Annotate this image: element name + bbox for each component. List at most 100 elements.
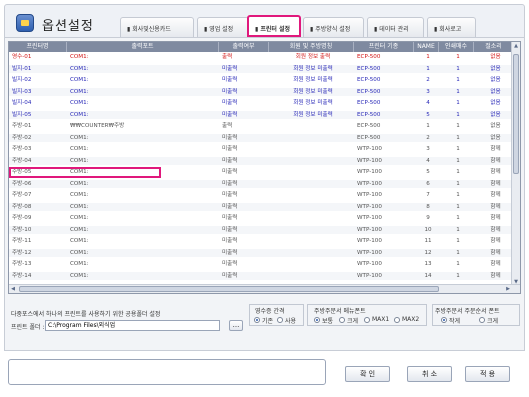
column-header-cut-sound[interactable]: 절소리 [474, 42, 514, 52]
column-header-output-flag[interactable]: 출력여부 [219, 42, 269, 52]
cell-printer-name[interactable]: 빌지-05 [9, 111, 67, 119]
cell-output-port[interactable]: COM1: [67, 99, 219, 107]
table-row[interactable]: 주방-09 COM1: 미출력 WTP-100 9 1 함께 [9, 214, 514, 222]
cell-output-flag[interactable]: 미출력 [219, 99, 269, 107]
cell-output-flag[interactable]: 미출력 [219, 157, 269, 165]
cell-output-flag[interactable]: 미출력 [219, 168, 269, 176]
table-row[interactable]: 주방-01 ₩₩COUNTER₩주방 출력 ECP-500 1 1 없음 [9, 122, 514, 130]
cell-member-kitchen-name[interactable] [269, 168, 354, 176]
cell-printer-model[interactable]: ECP-500 [354, 134, 414, 142]
cell-output-flag[interactable]: 미출력 [219, 180, 269, 188]
cell-name-no[interactable]: 12 [414, 249, 439, 257]
cell-output-flag[interactable]: 미출력 [219, 272, 269, 280]
cell-output-flag[interactable]: 미출력 [219, 237, 269, 245]
cell-printer-model[interactable]: ECP-500 [354, 65, 414, 73]
cell-print-copies[interactable]: 1 [439, 157, 474, 165]
horizontal-scrollbar[interactable]: ◀ ▶ [9, 284, 520, 293]
cell-name-no[interactable]: 13 [414, 260, 439, 268]
cell-name-no[interactable]: 1 [414, 65, 439, 73]
cell-output-flag[interactable]: 출력 [219, 122, 269, 130]
cell-cut-sound[interactable]: 없음 [474, 122, 514, 130]
cell-printer-name[interactable]: 주방-02 [9, 134, 67, 142]
cell-print-copies[interactable]: 1 [439, 237, 474, 245]
cell-print-copies[interactable]: 1 [439, 111, 474, 119]
cell-printer-model[interactable]: ECP-500 [354, 122, 414, 130]
cell-name-no[interactable]: 3 [414, 145, 439, 153]
apply-button[interactable]: 적 용 [465, 366, 510, 382]
cell-output-port[interactable]: COM1: [67, 214, 219, 222]
cell-cut-sound[interactable]: 함께 [474, 237, 514, 245]
cell-member-kitchen-name[interactable]: 회원 정보 미출력 [269, 76, 354, 84]
cell-printer-name[interactable]: 주방-01 [9, 122, 67, 130]
cell-output-port[interactable]: COM1: [67, 111, 219, 119]
cell-member-kitchen-name[interactable]: 회원 정보 미출력 [269, 88, 354, 96]
table-row[interactable]: 주방-02 COM1: 미출력 ECP-500 2 1 없음 [9, 133, 514, 142]
cell-printer-model[interactable]: ECP-500 [354, 99, 414, 107]
table-row[interactable]: 주방-13 COM1: 미출력 WTP-100 13 1 함께 [9, 260, 514, 268]
cell-printer-model[interactable]: ECP-500 [354, 76, 414, 84]
cell-name-no[interactable]: 14 [414, 272, 439, 280]
cell-print-copies[interactable]: 1 [439, 180, 474, 188]
cell-printer-name[interactable]: 영수-01 [9, 53, 67, 61]
cell-cut-sound[interactable]: 함께 [474, 214, 514, 222]
tab-company-logo[interactable]: ▮ 회사로고 [427, 17, 476, 37]
cell-print-copies[interactable]: 1 [439, 134, 474, 142]
cell-printer-model[interactable]: ECP-500 [354, 88, 414, 96]
cell-output-flag[interactable]: 미출력 [219, 145, 269, 153]
cell-output-port[interactable]: COM1: [67, 203, 219, 211]
cell-print-copies[interactable]: 1 [439, 145, 474, 153]
cell-printer-name[interactable]: 주방-10 [9, 226, 67, 234]
table-row[interactable]: 주방-14 COM1: 미출력 WTP-100 14 1 함께 [9, 271, 514, 280]
cell-name-no[interactable]: 1 [414, 53, 439, 61]
table-row[interactable]: 주방-03 COM1: 미출력 WTP-100 3 1 함께 [9, 145, 514, 153]
cell-output-port[interactable]: COM1: [67, 180, 219, 188]
cell-printer-name[interactable]: 빌지-01 [9, 65, 67, 73]
cell-printer-model[interactable]: WTP-100 [354, 226, 414, 234]
cell-printer-model[interactable]: ECP-500 [354, 111, 414, 119]
scroll-left-icon[interactable]: ◀ [9, 285, 17, 293]
cell-output-port[interactable]: COM1: [67, 134, 219, 142]
cell-cut-sound[interactable]: 함께 [474, 168, 514, 176]
cell-output-port[interactable]: ₩₩COUNTER₩주방 [67, 122, 219, 130]
cell-printer-name[interactable]: 주방-03 [9, 145, 67, 153]
cell-cut-sound[interactable]: 함께 [474, 226, 514, 234]
menu-font-large-radio[interactable] [339, 317, 345, 323]
cell-output-port[interactable]: COM1: [67, 53, 219, 61]
cell-print-copies[interactable]: 1 [439, 53, 474, 61]
cell-cut-sound[interactable]: 함께 [474, 145, 514, 153]
cell-printer-name[interactable]: 주방-07 [9, 191, 67, 199]
cell-name-no[interactable]: 2 [414, 134, 439, 142]
cell-output-port[interactable]: COM1: [67, 260, 219, 268]
cell-member-kitchen-name[interactable] [269, 249, 354, 257]
cell-printer-model[interactable]: WTP-100 [354, 191, 414, 199]
cell-name-no[interactable]: 9 [414, 214, 439, 222]
cell-member-kitchen-name[interactable] [269, 145, 354, 153]
order-font-large-radio[interactable] [479, 317, 485, 323]
cell-cut-sound[interactable]: 없음 [474, 53, 514, 61]
cell-printer-name[interactable]: 빌지-04 [9, 99, 67, 107]
cell-printer-model[interactable]: WTP-100 [354, 203, 414, 211]
cell-member-kitchen-name[interactable] [269, 191, 354, 199]
cell-print-copies[interactable]: 1 [439, 214, 474, 222]
table-row[interactable]: 영수-01 COM1: 출력 회원 정보 출력 ECP-500 1 1 없음 [9, 53, 514, 61]
cell-member-kitchen-name[interactable]: 회원 정보 출력 [269, 53, 354, 61]
table-row[interactable]: 주방-11 COM1: 미출력 WTP-100 11 1 함께 [9, 237, 514, 245]
cell-cut-sound[interactable]: 없음 [474, 134, 514, 142]
cell-output-flag[interactable]: 미출력 [219, 203, 269, 211]
cell-name-no[interactable]: 7 [414, 191, 439, 199]
scroll-right-icon[interactable]: ▶ [504, 285, 512, 293]
cell-output-flag[interactable]: 미출력 [219, 226, 269, 234]
cell-print-copies[interactable]: 1 [439, 99, 474, 107]
cell-cut-sound[interactable]: 없음 [474, 65, 514, 73]
cell-printer-name[interactable]: 주방-11 [9, 237, 67, 245]
cell-print-copies[interactable]: 1 [439, 260, 474, 268]
column-header-name-no[interactable]: NAME [414, 42, 439, 52]
cell-output-flag[interactable]: 미출력 [219, 88, 269, 96]
table-row[interactable]: 주방-04 COM1: 미출력 WTP-100 4 1 함께 [9, 156, 514, 165]
cell-member-kitchen-name[interactable]: 회원 정보 미출력 [269, 65, 354, 73]
cell-output-port[interactable]: COM1: [67, 65, 219, 73]
column-header-member-kitchen-name[interactable]: 회원 및 주방명칭 [269, 42, 354, 52]
cell-printer-name[interactable]: 주방-08 [9, 203, 67, 211]
cell-output-flag[interactable]: 미출력 [219, 214, 269, 222]
cell-printer-name[interactable]: 주방-04 [9, 157, 67, 165]
